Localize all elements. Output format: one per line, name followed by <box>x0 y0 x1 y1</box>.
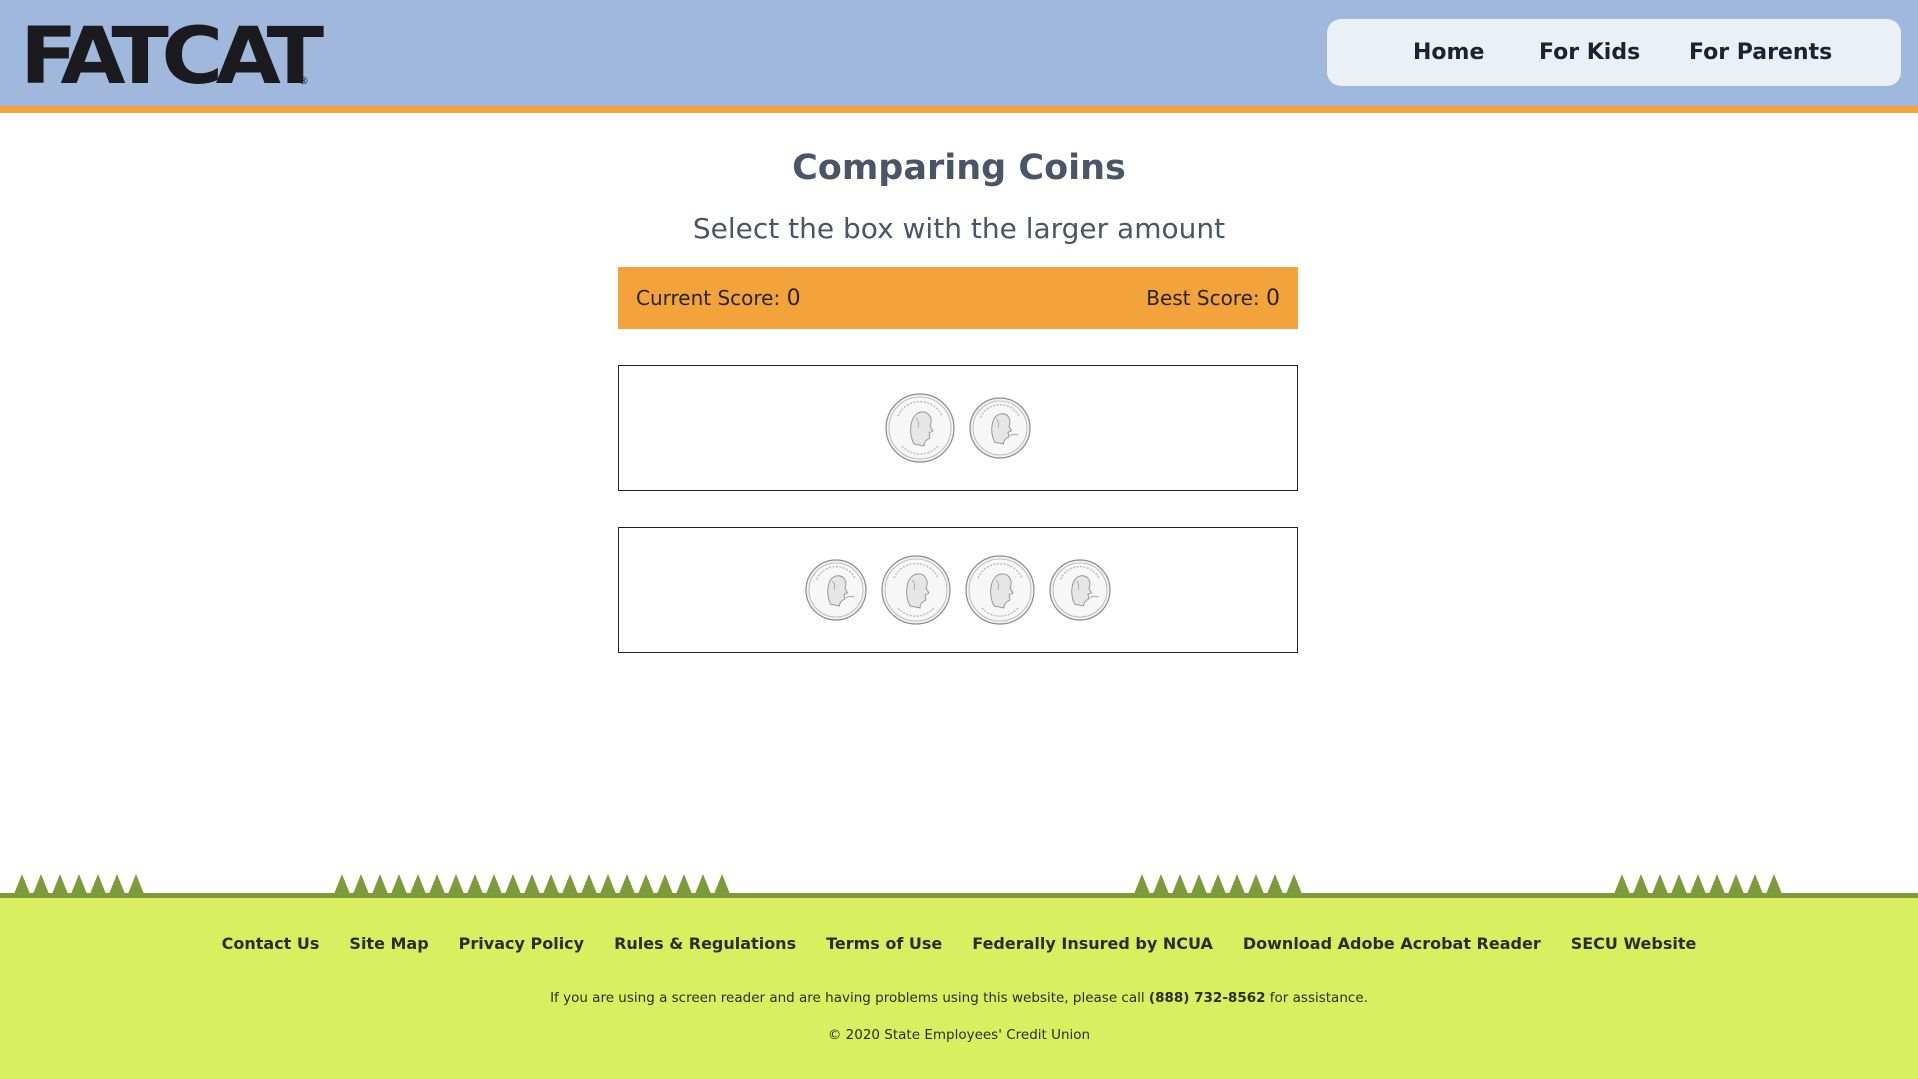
nickel-coin-icon <box>805 559 867 621</box>
site-header: FATCAT ® Home For Kids For Parents <box>0 0 1918 113</box>
site-footer: Contact Us Site Map Privacy Policy Rules… <box>0 898 1918 1079</box>
nickel-coin-icon <box>1049 559 1111 621</box>
quarter-coin-icon <box>885 393 955 463</box>
current-score: Current Score: 0 <box>636 267 801 330</box>
fatcat-logo[interactable]: FATCAT ® <box>20 18 324 96</box>
main-nav: Home For Kids For Parents <box>1327 19 1901 86</box>
footer-link-secu[interactable]: SECU Website <box>1571 934 1697 953</box>
current-score-value: 0 <box>786 286 801 311</box>
score-bar: Current Score: 0 Best Score: 0 <box>618 267 1298 329</box>
current-score-label: Current Score: <box>636 286 781 310</box>
footer-link-ncua[interactable]: Federally Insured by NCUA <box>972 934 1213 953</box>
quarter-coin-icon <box>965 555 1035 625</box>
nickel-coin-icon <box>969 397 1031 459</box>
instructions: Select the box with the larger amount <box>692 212 1226 245</box>
best-score-label: Best Score: <box>1146 286 1260 310</box>
footer-links: Contact Us Site Map Privacy Policy Rules… <box>0 934 1918 953</box>
page-title: Comparing Coins <box>792 148 1126 188</box>
support-phone: (888) 732-8562 <box>1148 990 1266 1006</box>
best-score-value: 0 <box>1266 286 1280 311</box>
footer-link-contact[interactable]: Contact Us <box>222 934 320 953</box>
footer-link-privacy[interactable]: Privacy Policy <box>459 934 584 953</box>
note-text-after: for assistance. <box>1265 990 1368 1006</box>
best-score: Best Score: 0 <box>1146 267 1280 330</box>
footer-link-terms[interactable]: Terms of Use <box>826 934 942 953</box>
nav-for-parents[interactable]: For Parents <box>1689 19 1832 86</box>
quarter-coin-icon <box>881 555 951 625</box>
copyright: © 2020 State Employees' Credit Union <box>827 1027 1091 1043</box>
nav-home[interactable]: Home <box>1413 19 1484 86</box>
footer-link-rules[interactable]: Rules & Regulations <box>614 934 796 953</box>
note-text-before: If you are using a screen reader and are… <box>550 990 1149 1006</box>
footer-link-acrobat[interactable]: Download Adobe Acrobat Reader <box>1243 934 1541 953</box>
logo-wordmark: FATCAT <box>20 12 324 102</box>
nav-for-kids[interactable]: For Kids <box>1539 19 1640 86</box>
grass-spikes-icon <box>14 874 1782 894</box>
accessibility-note: If you are using a screen reader and are… <box>0 990 1918 1006</box>
coin-box-top[interactable] <box>618 365 1298 491</box>
registered-mark: ® <box>298 74 309 87</box>
footer-link-sitemap[interactable]: Site Map <box>349 934 428 953</box>
coin-box-bottom[interactable] <box>618 527 1298 653</box>
